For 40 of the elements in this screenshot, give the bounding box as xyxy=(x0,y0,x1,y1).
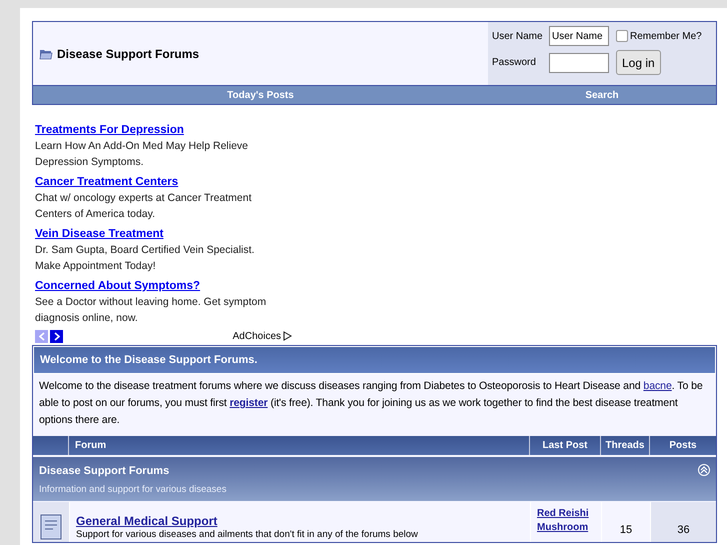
ad-link[interactable]: Vein Disease Treatment xyxy=(35,227,294,242)
login-button[interactable]: Log in xyxy=(616,50,661,75)
threads-count: 15 xyxy=(620,523,632,538)
chevron-right-icon xyxy=(54,332,60,340)
ad-text: See a Doctor without leaving home. Get symptom diagnosis online, now. xyxy=(35,295,267,326)
forum-link[interactable]: General Medical Support xyxy=(76,514,530,528)
column-header: Forum xyxy=(75,439,106,453)
ad-text: Learn How An Add-On Med May Help Relieve Depression Symptoms. xyxy=(35,139,250,170)
last-post-link[interactable]: Red Reishi Mushroom xyxy=(537,507,601,535)
column-header: Last Post xyxy=(542,439,588,453)
password-field[interactable] xyxy=(549,52,609,72)
welcome-text: Welcome to the disease treatment forums where we discuss diseases ranging from Diabetes to Osteoporosis to Heart Disease and bacne. To be able to post on our forums, you must first register (it's free). Thank you for joining us as we work together to find the best disease treatment options there are. xyxy=(38,379,704,428)
double-chevron-icon xyxy=(700,466,708,474)
play-triangle-icon xyxy=(283,331,292,341)
bacne-link[interactable]: bacne xyxy=(643,380,672,392)
ad-text: Chat w/ oncology experts at Cancer Treatment Centers of America today. xyxy=(35,191,253,222)
ad-link[interactable]: Treatments For Depression xyxy=(35,123,294,138)
document-icon xyxy=(40,514,62,540)
ad-text: Dr. Sam Gupta, Board Certified Vein Specialist. Make Appointment Today! xyxy=(35,243,256,274)
posts-count: 36 xyxy=(677,523,690,538)
forum-title: Disease Support Forums xyxy=(57,46,200,62)
next-button[interactable] xyxy=(50,330,63,342)
column-header: Posts xyxy=(669,439,697,453)
ad-link[interactable]: Concerned About Symptoms? xyxy=(35,279,294,294)
category-title: Disease Support Forums xyxy=(39,464,170,479)
forum-description: Support for various diseases and ailments that don't fit in any of the forums below xyxy=(76,528,419,542)
username-label: User Name xyxy=(492,30,544,44)
register-link[interactable]: register xyxy=(230,397,268,409)
collapse-button[interactable] xyxy=(698,464,710,476)
remember-label: Remember Me? xyxy=(630,30,702,44)
chevron-left-icon xyxy=(38,332,44,340)
folder-icon xyxy=(39,47,53,60)
password-label: Password xyxy=(492,56,537,70)
category-description: Information and support for various diseases xyxy=(39,482,226,496)
username-field[interactable]: User Name xyxy=(549,26,609,46)
adchoices-link[interactable]: AdChoices xyxy=(232,328,292,344)
welcome-title: Welcome to the Disease Support Forums. xyxy=(40,352,258,368)
remember-checkbox[interactable] xyxy=(616,30,628,42)
ad-link[interactable]: Cancer Treatment Centers xyxy=(35,175,294,190)
column-header: Threads xyxy=(606,439,644,453)
